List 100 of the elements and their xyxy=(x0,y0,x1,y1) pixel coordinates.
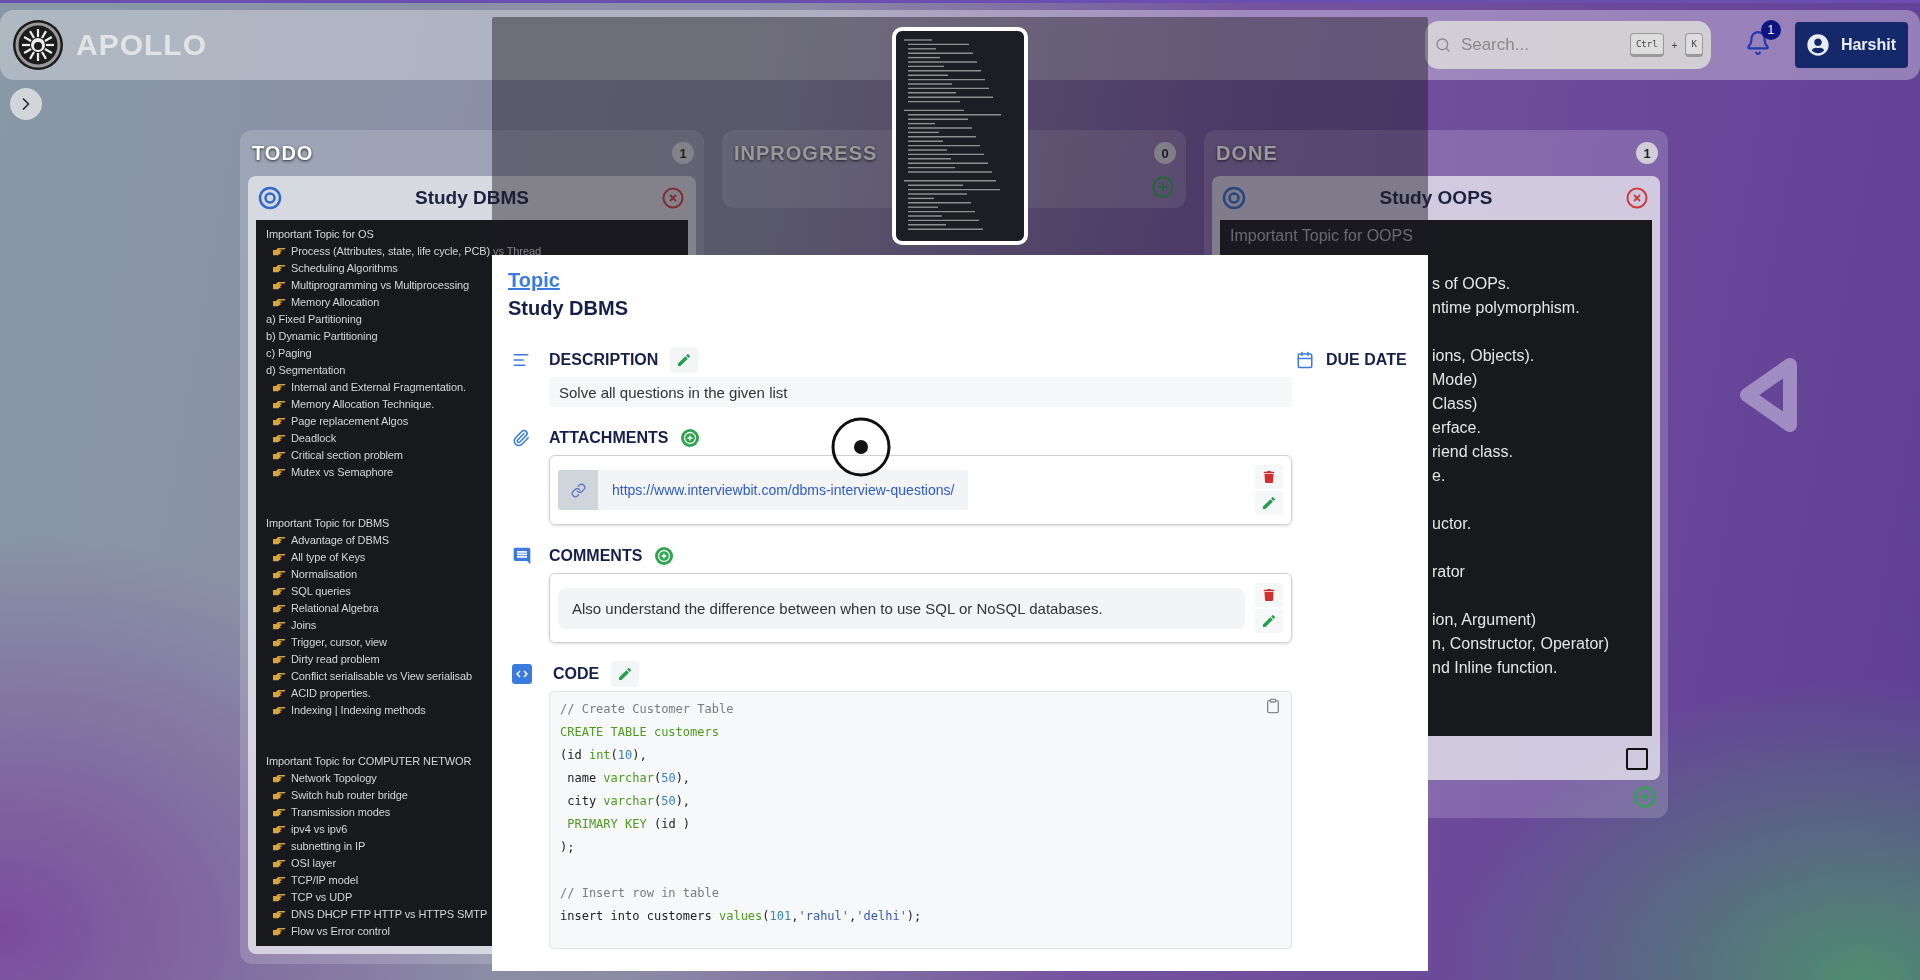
key-cap: Ctrl xyxy=(1629,33,1664,57)
add-comment-button[interactable] xyxy=(654,546,675,566)
pointing-hand-icon xyxy=(272,927,285,936)
pointing-hand-icon xyxy=(272,876,285,885)
topic-item: Mutex vs Semaphore xyxy=(291,465,394,480)
delete-button[interactable] xyxy=(1255,583,1283,607)
description-text: Solve all questions in the given list xyxy=(549,377,1292,407)
topic-item: ion, Argument) xyxy=(1432,610,1538,630)
topic-item: Dirty read problem xyxy=(291,652,380,667)
pointing-hand-icon xyxy=(272,383,285,392)
pointing-hand-icon xyxy=(272,791,285,800)
view-button[interactable] xyxy=(1222,186,1246,210)
trash-icon xyxy=(1263,471,1275,483)
code-line: ); xyxy=(560,839,575,856)
notification-count: 1 xyxy=(1760,20,1781,40)
topic-item: Memory Allocation xyxy=(291,295,380,310)
pointing-hand-icon xyxy=(272,621,285,630)
comment-icon xyxy=(512,546,532,566)
pointing-hand-icon xyxy=(272,553,285,562)
topic-heading: Important Topic for OS xyxy=(266,227,374,242)
pointing-hand-icon xyxy=(272,468,285,477)
topic-item: subnetting in IP xyxy=(291,839,366,854)
link-icon xyxy=(558,470,598,510)
code-line: insert into customers values(101,'rahul','delhi'); xyxy=(560,908,922,925)
delete-button[interactable] xyxy=(1255,465,1283,489)
search-icon xyxy=(1434,37,1451,53)
topic-item: DNS DHCP FTP HTTP vs HTTPS SMTP xyxy=(291,907,488,922)
checkbox[interactable] xyxy=(1626,748,1648,770)
pointing-hand-icon xyxy=(272,638,285,647)
topic-item: Multiprogramming vs Multiprocessing xyxy=(291,278,470,293)
topic-item: c) Paging xyxy=(266,346,312,361)
topic-item: Normalisation xyxy=(291,567,357,582)
attachment-link[interactable]: https://www.interviewbit.com/dbms-interview-questions/ xyxy=(598,470,969,510)
pencil-icon xyxy=(1261,613,1277,629)
topic-item: Conflict serialisable vs View serialisab xyxy=(291,669,473,684)
topic-item: Process (Attributes, state, life cycle, PCB) vs Thread xyxy=(291,244,541,259)
topic-heading: Important Topic for COMPUTER NETWOR xyxy=(266,754,472,769)
topic-item: All type of Keys xyxy=(291,550,366,565)
pointing-hand-icon xyxy=(272,706,285,715)
pencil-icon xyxy=(617,666,634,682)
topic-item: Mode) xyxy=(1432,370,1479,390)
topic-item: riend class. xyxy=(1432,442,1514,462)
column-title: TODO xyxy=(252,141,314,165)
trash-icon xyxy=(1263,589,1275,601)
topic-item: Memory Allocation Technique. xyxy=(291,397,435,412)
pointing-hand-icon xyxy=(272,655,285,664)
due-date-label: DUE DATE xyxy=(1326,351,1407,369)
pointing-hand-icon xyxy=(272,910,285,919)
view-button[interactable] xyxy=(258,186,282,210)
user-button[interactable]: Harshit xyxy=(1794,22,1908,68)
search-box[interactable]: Search... Ctrl + K xyxy=(1424,21,1711,69)
card-count: 0 xyxy=(1154,142,1176,164)
topic-item: Class) xyxy=(1432,394,1479,414)
topic-item: d) Segmentation xyxy=(266,363,346,378)
topic-heading: Important Topic for OOPS xyxy=(1230,226,1414,246)
topic-item: erface. xyxy=(1432,418,1482,438)
code-line: // Create Customer Table xyxy=(560,701,734,718)
topic-item: ions, Objects). xyxy=(1432,346,1536,366)
key-cap: K xyxy=(1685,33,1703,57)
edit-button[interactable] xyxy=(1255,491,1283,515)
pointing-hand-icon xyxy=(272,774,285,783)
card-count: 1 xyxy=(672,142,694,164)
copy-button[interactable] xyxy=(1265,698,1281,714)
topic-item: Indexing | Indexing methods xyxy=(291,703,426,718)
cursor-icon xyxy=(830,416,892,478)
pointing-hand-icon xyxy=(272,672,285,681)
topic-item: ntime polymorphism. xyxy=(1432,298,1581,318)
topic-heading: Important Topic for DBMS xyxy=(266,516,390,531)
topic-item: Switch hub router bridge xyxy=(291,788,408,803)
section-label: COMMENTS xyxy=(549,547,643,565)
topic-item: Joins xyxy=(291,618,317,633)
pointing-hand-icon xyxy=(272,400,285,409)
topic-item: Critical section problem xyxy=(291,448,403,463)
code-line: // Insert row in table xyxy=(560,885,719,902)
pointing-hand-icon xyxy=(272,298,285,307)
add-attachment-button[interactable] xyxy=(680,428,701,448)
pointing-hand-icon xyxy=(272,451,285,460)
topic-link[interactable]: Topic xyxy=(508,267,560,293)
section-label: DESCRIPTION xyxy=(549,351,659,369)
search-field[interactable]: Search... xyxy=(1458,34,1622,56)
pointing-hand-icon xyxy=(272,689,285,698)
code-line: name varchar(50), xyxy=(566,770,691,787)
calendar-icon xyxy=(1296,351,1314,369)
delete-button[interactable] xyxy=(662,187,684,209)
pointing-hand-icon xyxy=(272,417,285,426)
code-line: CREATE TABLE customers xyxy=(560,724,719,741)
topic-item: b) Dynamic Partitioning xyxy=(266,329,378,344)
paperclip-icon xyxy=(512,429,530,447)
description-icon xyxy=(512,351,530,369)
edit-button[interactable] xyxy=(611,661,640,687)
sidebar-toggle-button[interactable] xyxy=(10,88,42,120)
edit-button[interactable] xyxy=(670,347,699,373)
pointing-hand-icon xyxy=(272,842,285,851)
delete-button[interactable] xyxy=(1626,187,1648,209)
pointing-hand-icon xyxy=(272,604,285,613)
key-joiner: + xyxy=(1671,39,1678,51)
code-icon xyxy=(512,664,532,684)
edit-button[interactable] xyxy=(1255,609,1283,633)
pointing-hand-icon xyxy=(272,859,285,868)
topic-item: Advantage of DBMS xyxy=(291,533,389,548)
